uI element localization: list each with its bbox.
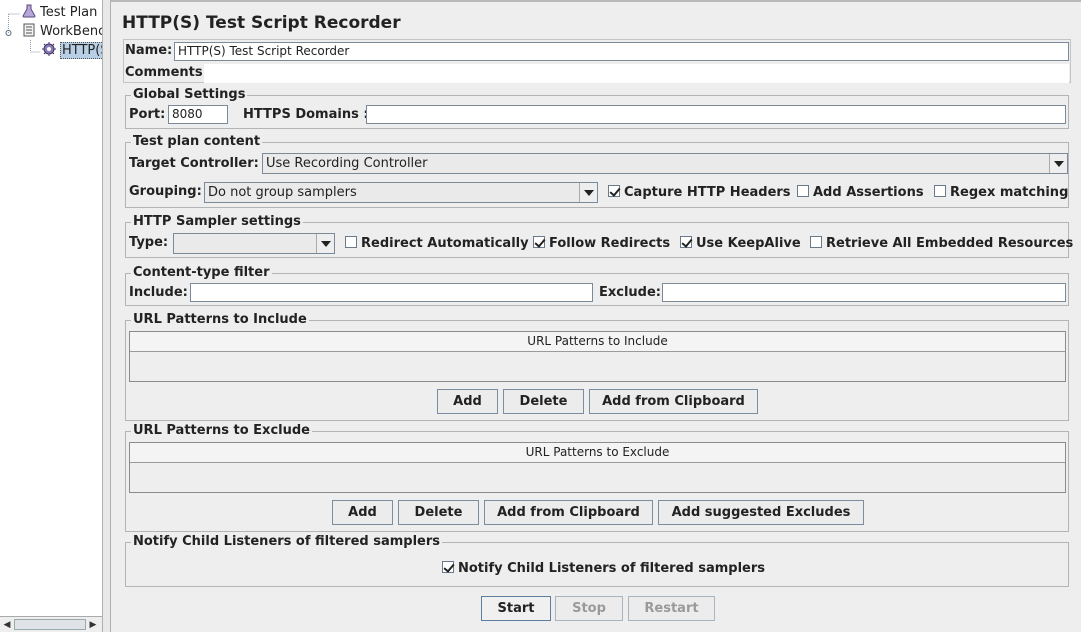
notify-child-listeners-checkbox[interactable]: Notify Child Listeners of filtered sampl… [442,561,765,577]
type-label: Type: [129,235,169,250]
stop-button[interactable]: Stop [555,596,623,621]
tree-pane: Test Plan WorkBench HTTP(S) Test Script … [0,0,102,632]
tree-item-workbench[interactable]: WorkBench [22,23,102,41]
capture-headers-checkbox[interactable]: Capture HTTP Headers [608,185,791,201]
exclude-add-from-clipboard-button[interactable]: Add from Clipboard [484,500,653,525]
add-suggested-excludes-button[interactable]: Add suggested Excludes [658,500,864,525]
name-comments-box: Name: HTTP(S) Test Script Recorder Comme… [123,39,1071,83]
checkbox-checked-icon[interactable] [608,185,620,197]
pane-splitter[interactable] [102,0,111,632]
url-include-table[interactable]: URL Patterns to Include [129,331,1066,382]
start-button[interactable]: Start [481,596,551,621]
http-sampler-settings-group: HTTP Sampler settings Type: Redirect Aut… [125,214,1073,258]
redirect-automatically-checkbox[interactable]: Redirect Automatically [345,236,529,252]
test-plan-content-group: Test plan content Target Controller: Use… [125,134,1069,208]
checkbox-unchecked-icon[interactable] [797,185,809,197]
chevron-down-icon[interactable] [316,234,334,253]
include-delete-button[interactable]: Delete [503,389,584,414]
content-type-filter-legend: Content-type filter [131,265,272,281]
http-sampler-settings-legend: HTTP Sampler settings [131,214,303,230]
name-label: Name: [125,43,173,58]
checkbox-unchecked-icon[interactable] [810,236,822,248]
comments-label: Comments: [125,65,208,80]
target-controller-label: Target Controller: [129,156,259,171]
name-field[interactable]: HTTP(S) Test Script Recorder [174,42,1069,61]
include-add-from-clipboard-button[interactable]: Add from Clipboard [589,389,758,414]
gear-icon [42,42,56,56]
grouping-value: Do not group samplers [208,185,357,200]
include-label: Include: [129,285,188,300]
content-type-filter-group: Content-type filter Include: Exclude: [125,265,1069,306]
url-include-legend: URL Patterns to Include [131,312,309,328]
notify-legend: Notify Child Listeners of filtered sampl… [131,534,443,550]
url-exclude-table[interactable]: URL Patterns to Exclude [129,442,1066,493]
add-assertions-checkbox[interactable]: Add Assertions [797,185,924,201]
flask-icon [22,4,36,18]
https-domains-label: HTTPS Domains : [243,107,369,122]
global-settings-legend: Global Settings [131,87,248,103]
checkbox-unchecked-icon[interactable] [345,236,357,248]
regex-matching-checkbox[interactable]: Regex matching [934,185,1068,201]
url-exclude-group: URL Patterns to Exclude URL Patterns to … [125,423,1069,532]
checkbox-checked-icon[interactable] [680,236,692,248]
type-select[interactable] [173,233,335,254]
global-settings-group: Global Settings Port: 8080 HTTPS Domains… [125,87,1069,129]
url-exclude-column-header[interactable]: URL Patterns to Exclude [130,443,1065,463]
https-domains-field[interactable] [366,105,1066,124]
port-field[interactable]: 8080 [168,105,228,124]
scroll-right-icon[interactable]: ▶ [88,619,98,631]
clipboard-icon [23,23,35,37]
port-label: Port: [129,107,166,122]
checkbox-unchecked-icon[interactable] [934,185,946,197]
chevron-down-icon[interactable] [1049,154,1067,173]
restart-button[interactable]: Restart [628,596,715,621]
grouping-select[interactable]: Do not group samplers [204,182,598,203]
recorder-panel: HTTP(S) Test Script Recorder Name: HTTP(… [111,0,1081,632]
retrieve-embedded-checkbox[interactable]: Retrieve All Embedded Resources [810,236,1073,252]
follow-redirects-checkbox[interactable]: Follow Redirects [533,236,670,252]
url-exclude-legend: URL Patterns to Exclude [131,423,312,439]
include-add-button[interactable]: Add [437,389,498,414]
exclude-label: Exclude: [599,285,662,300]
scrollbar-thumb[interactable] [14,619,86,630]
exclude-delete-button[interactable]: Delete [398,500,479,525]
tree-horizontal-scrollbar[interactable]: ◀ ▶ [0,616,102,632]
checkbox-checked-icon[interactable] [442,561,454,573]
use-keepalive-checkbox[interactable]: Use KeepAlive [680,236,801,252]
url-include-column-header[interactable]: URL Patterns to Include [130,332,1065,352]
comments-field[interactable] [204,64,1069,83]
url-include-group: URL Patterns to Include URL Patterns to … [125,312,1069,421]
test-plan-content-legend: Test plan content [131,134,263,150]
exclude-add-button[interactable]: Add [332,500,393,525]
chevron-down-icon[interactable] [579,183,597,202]
app-window: Test Plan WorkBench HTTP(S) Test Script … [0,0,1081,632]
exclude-field[interactable] [662,283,1066,302]
scroll-left-icon[interactable]: ◀ [2,619,12,631]
tree-item-recorder[interactable]: HTTP(S) Test Script Recorder [42,42,102,60]
target-controller-value: Use Recording Controller [266,156,428,171]
include-field[interactable] [190,283,593,302]
tree-item-test-plan[interactable]: Test Plan [22,4,97,22]
grouping-label: Grouping: [129,184,202,199]
page-title: HTTP(S) Test Script Recorder [122,13,401,33]
target-controller-select[interactable]: Use Recording Controller [262,153,1068,174]
checkbox-checked-icon[interactable] [533,236,545,248]
notify-group: Notify Child Listeners of filtered sampl… [125,534,1069,587]
